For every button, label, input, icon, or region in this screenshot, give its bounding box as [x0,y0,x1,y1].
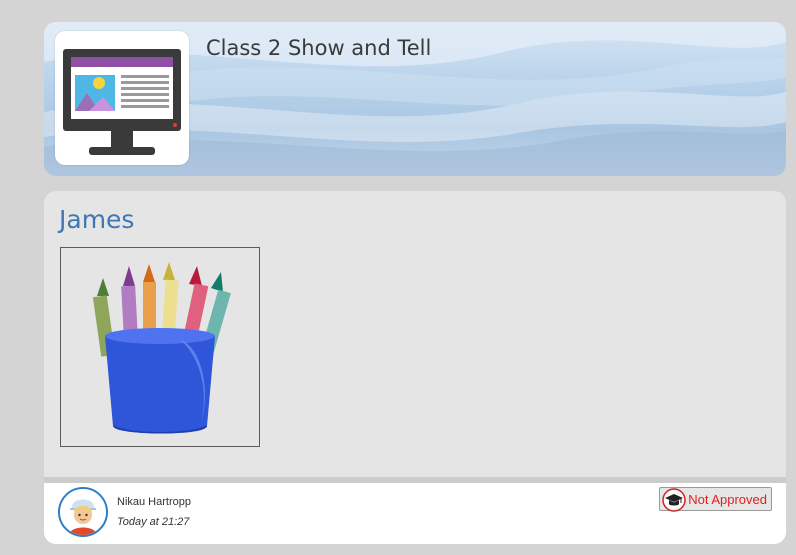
approval-status-button[interactable]: Not Approved [659,487,772,512]
crayons-in-cup-image [92,262,231,434]
post-footer: Nikau Hartropp Today at 21:27 Not Approv… [44,477,786,544]
graduation-cap-icon [662,488,686,512]
approval-status-label: Not Approved [688,492,767,507]
group-banner: Class 2 Show and Tell [44,22,786,176]
post-image[interactable] [60,247,260,447]
post-timestamp: Today at 21:27 [117,516,190,528]
post-card: James Nikau Hartropp Today at 21:27 Not … [44,191,786,544]
banner-icon-container [55,31,189,165]
computer-monitor-icon [63,49,181,155]
page-title: Class 2 Show and Tell [206,36,432,60]
student-avatar-icon[interactable] [58,487,108,537]
poster-name: Nikau Hartropp [117,496,191,508]
post-author-heading: James [59,205,135,234]
